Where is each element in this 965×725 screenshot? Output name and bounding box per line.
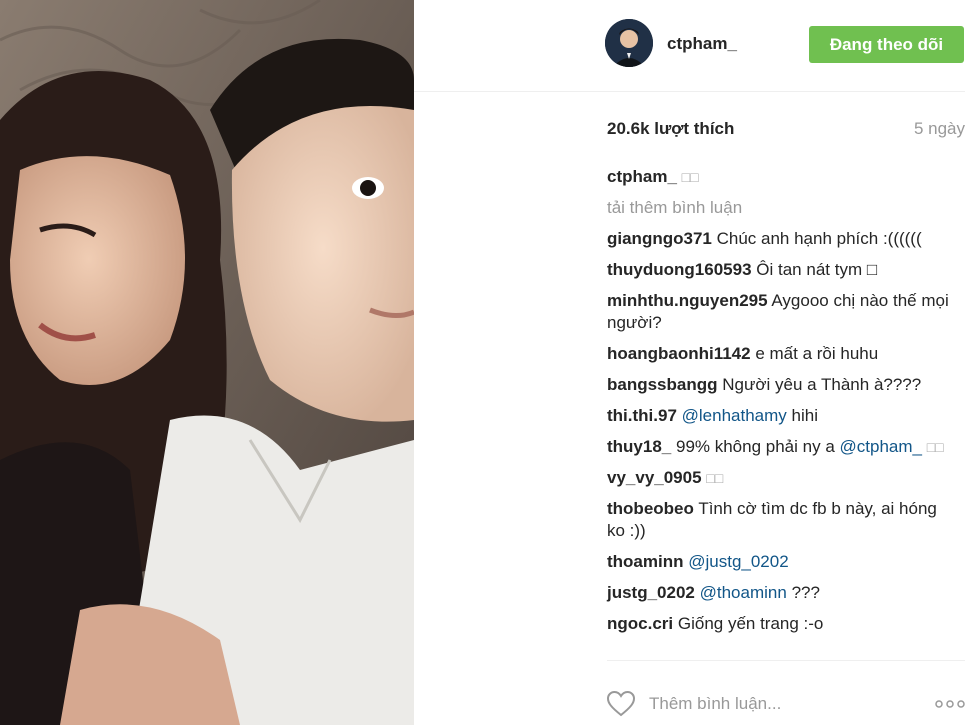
comment-username[interactable]: thoaminn xyxy=(607,552,684,571)
comment-mention[interactable]: @lenhathamy xyxy=(682,406,787,425)
avatar[interactable] xyxy=(605,19,653,67)
comment-item: thi.thi.97 @lenhathamy hihi xyxy=(607,405,955,427)
emoji-glyph: □□ xyxy=(706,470,724,486)
comment-mention[interactable]: @thoaminn xyxy=(700,583,787,602)
comment-text: e mất a rồi huhu xyxy=(755,344,879,363)
comment-item: hoangbaonhi1142 e mất a rồi huhu xyxy=(607,343,955,365)
comment-username[interactable]: justg_0202 xyxy=(607,583,695,602)
post-time[interactable]: 5 ngày xyxy=(914,119,965,139)
comment-username[interactable]: thobeobeo xyxy=(607,499,694,518)
add-comment-input[interactable] xyxy=(649,691,919,717)
comment-text: 99% không phải ny a xyxy=(675,437,835,456)
comment-username[interactable]: thuy18_ xyxy=(607,437,671,456)
emoji-glyph: □□ xyxy=(926,439,944,455)
comment-item: bangssbangg Người yêu a Thành à???? xyxy=(607,374,955,396)
more-options-icon[interactable] xyxy=(935,696,965,712)
heart-icon[interactable] xyxy=(607,691,635,717)
comment-item: ngoc.cri Giống yến trang :-o xyxy=(607,613,955,635)
post-photo[interactable] xyxy=(0,0,414,725)
comment-composer xyxy=(607,660,965,725)
caption: ctpham_ □□ xyxy=(607,166,955,188)
post-header: ctpham_ Đang theo dõi xyxy=(414,0,965,92)
comment-username[interactable]: thuyduong160593 xyxy=(607,260,752,279)
comment-mention[interactable]: @ctpham_ xyxy=(840,437,922,456)
comment-username[interactable]: hoangbaonhi1142 xyxy=(607,344,751,363)
comment-username[interactable]: giangngo371 xyxy=(607,229,712,248)
comment-item: thoaminn @justg_0202 xyxy=(607,551,955,573)
comment-item: minhthu.nguyen295 Aygooo chị nào thế mọi… xyxy=(607,290,955,334)
comment-item: justg_0202 @thoaminn ??? xyxy=(607,582,955,604)
likes-row: 20.6k lượt thích 5 ngày xyxy=(607,119,965,141)
likes-count[interactable]: 20.6k lượt thích xyxy=(607,119,734,139)
comment-text: Ôi tan nát tym □ xyxy=(756,260,878,279)
comment-list: ctpham_ □□ tải thêm bình luận giangngo37… xyxy=(607,166,955,644)
comment-username[interactable]: minhthu.nguyen295 xyxy=(607,291,768,310)
avatar-image xyxy=(605,19,653,67)
post-photo-image xyxy=(0,0,414,725)
comment-username[interactable]: vy_vy_0905 xyxy=(607,468,702,487)
comment-item: thuy18_ 99% không phải ny a @ctpham_ □□ xyxy=(607,436,955,458)
caption-username[interactable]: ctpham_ xyxy=(607,167,677,186)
load-more-comments-link[interactable]: tải thêm bình luận xyxy=(607,197,955,219)
comment-mention[interactable]: @justg_0202 xyxy=(688,552,788,571)
comment-item: giangngo371 Chúc anh hạnh phích :(((((( xyxy=(607,228,955,250)
emoji-glyph: □□ xyxy=(681,169,699,185)
comment-item: thuyduong160593 Ôi tan nát tym □ xyxy=(607,259,955,281)
post-detail-panel: ctpham_ Đang theo dõi 20.6k lượt thích 5… xyxy=(414,0,965,725)
comment-text: Chúc anh hạnh phích :(((((( xyxy=(716,229,922,248)
comment-username[interactable]: bangssbangg xyxy=(607,375,718,394)
comment-item: thobeobeo Tình cờ tìm dc fb b này, ai hó… xyxy=(607,498,955,542)
comment-text: Người yêu a Thành à???? xyxy=(722,375,922,394)
author-username[interactable]: ctpham_ xyxy=(667,34,737,54)
comment-text: ??? xyxy=(791,583,820,602)
comment-username[interactable]: ngoc.cri xyxy=(607,614,673,633)
comment-item: vy_vy_0905 □□ xyxy=(607,467,955,489)
comment-username[interactable]: thi.thi.97 xyxy=(607,406,677,425)
comment-text: Giống yến trang :-o xyxy=(677,614,824,633)
comment-text: hihi xyxy=(791,406,818,425)
following-button[interactable]: Đang theo dõi xyxy=(809,26,964,63)
